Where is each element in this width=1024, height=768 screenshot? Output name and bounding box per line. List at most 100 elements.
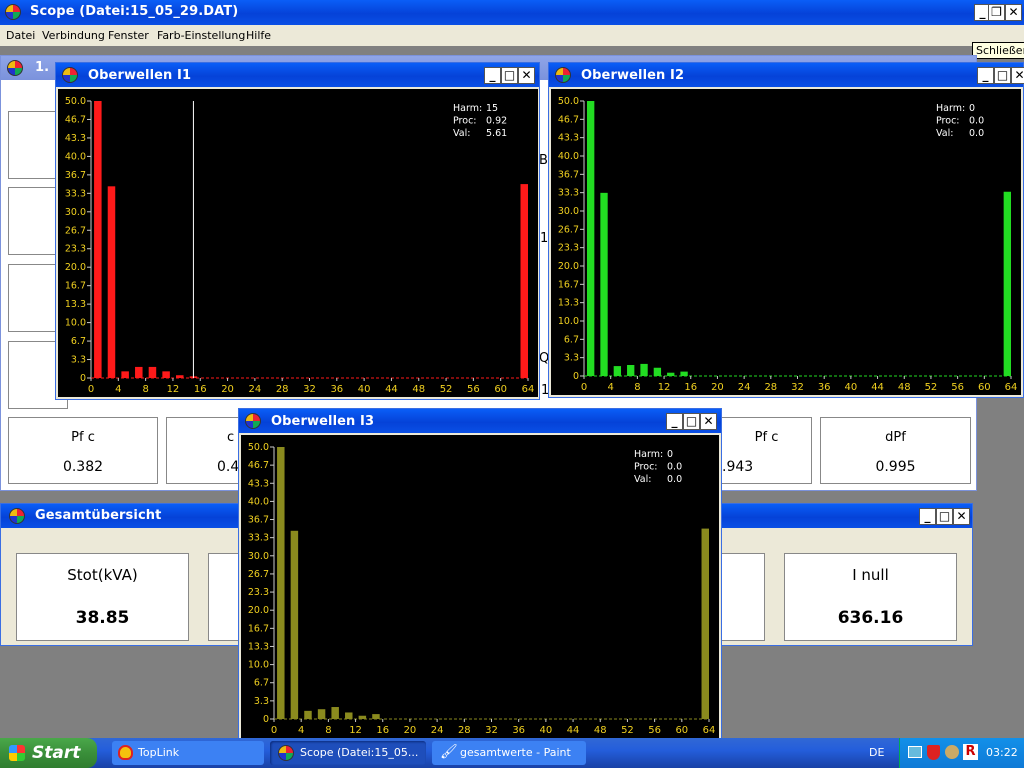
y-tick-label: 3.3	[564, 353, 579, 364]
i2-window-icon	[555, 67, 571, 83]
i3-close-button[interactable]: ✕	[700, 413, 717, 430]
task-paint[interactable]: 🖌 gesamtwerte - Paint	[432, 741, 586, 765]
chart-i3[interactable]: 0 3.3 6.7 10.0 13.3 16.7 20.0 23.3 26.7 30.0 33.3 3…	[241, 435, 719, 738]
close-button[interactable]: ✕	[1005, 4, 1022, 21]
x-tick-label: 8	[634, 382, 640, 393]
y-tick-label: 33.3	[558, 188, 579, 199]
y-tick-label: 16.7	[65, 281, 86, 292]
y-tick-label: 43.3	[558, 133, 579, 144]
x-tick-label: 44	[871, 382, 884, 393]
system-tray: R 03:22	[899, 738, 1024, 768]
x-tick-label: 4	[298, 725, 304, 736]
task-toplink-label: TopLink	[138, 746, 180, 759]
bar	[94, 101, 102, 378]
i3-minimize-button[interactable]: _	[666, 413, 683, 430]
info-harm-value: 0	[667, 449, 673, 460]
x-tick-label: 28	[764, 382, 777, 393]
bar	[277, 447, 285, 719]
clock: 03:22	[986, 746, 1018, 759]
gesamt-minimize-button[interactable]: _	[919, 508, 936, 525]
bg-edge-glyph: B	[539, 153, 548, 168]
y-tick-label: 33.3	[248, 533, 269, 544]
pf-c-label-2: Pf c	[754, 430, 779, 445]
x-tick-label: 56	[648, 725, 661, 736]
y-tick-label: 26.7	[248, 569, 269, 580]
menu-datei[interactable]: Datei	[6, 29, 35, 42]
task-toplink[interactable]: TopLink	[112, 741, 264, 765]
i1-minimize-button[interactable]: _	[484, 67, 501, 84]
y-tick-label: 13.3	[558, 298, 579, 309]
bar	[290, 530, 299, 719]
y-tick-label: 50.0	[248, 442, 269, 453]
y-tick-label: 40.0	[248, 496, 269, 507]
x-tick-label: 20	[711, 382, 724, 393]
bar	[701, 528, 709, 719]
x-tick-label: 16	[684, 382, 697, 393]
i1-maximize-button[interactable]: □	[501, 67, 518, 84]
i2-title-bar[interactable]: Oberwellen I2 _ □ ✕	[549, 63, 1024, 87]
y-tick-label: 10.0	[248, 660, 269, 671]
main-title-bar[interactable]: Scope (Datei:15_05_29.DAT) _ ❐ ✕	[0, 0, 1024, 25]
i3-title: Oberwellen I3	[271, 414, 375, 429]
y-tick-label: 50.0	[65, 96, 86, 107]
start-label: Start	[32, 743, 81, 763]
x-tick-label: 52	[621, 725, 634, 736]
y-tick-label: 23.3	[65, 244, 86, 255]
i1-title-bar[interactable]: Oberwellen I1 _ □ ✕	[56, 63, 539, 87]
gesamt-close-button[interactable]: ✕	[953, 508, 970, 525]
security-shield-icon[interactable]	[927, 745, 940, 760]
menu-verbindung[interactable]: Verbindung	[42, 29, 105, 42]
start-button[interactable]: Start	[0, 738, 97, 768]
language-indicator[interactable]: DE	[869, 746, 884, 759]
y-tick-label: 23.3	[558, 243, 579, 254]
chart-i2[interactable]: 0 3.3 6.7 10.0 13.3 16.7 20.0 23.3 26.7 30.0 33.3 3…	[551, 89, 1021, 395]
x-tick-label: 12	[349, 725, 362, 736]
paw-icon[interactable]	[945, 745, 959, 759]
main-window-title: Scope (Datei:15_05_29.DAT)	[30, 4, 239, 19]
i2-maximize-button[interactable]: □	[994, 67, 1011, 84]
i3-window-icon	[245, 413, 261, 429]
x-tick-label: 40	[540, 725, 553, 736]
info-harm-label: Harm:	[453, 103, 482, 114]
x-tick-label: 60	[978, 382, 991, 393]
antivirus-icon[interactable]: R	[963, 744, 978, 760]
info-proc-label: Proc:	[936, 116, 960, 127]
chart-i1[interactable]: 0 3.3 6.7 10.0 13.3 16.7 20.0 23.3 26.7 30.0 33.3 3…	[58, 89, 538, 397]
x-tick-label: 60	[675, 725, 688, 736]
y-tick-label: 20.0	[248, 605, 269, 616]
task-scope[interactable]: Scope (Datei:15_05...	[270, 741, 426, 765]
network-icon[interactable]	[908, 746, 922, 758]
x-tick-label: 20	[404, 725, 417, 736]
menu-fenster[interactable]: Fenster	[108, 29, 149, 42]
y-tick-label: 6.7	[254, 678, 269, 689]
info-val-value: 5.61	[486, 128, 507, 139]
gesamt-maximize-button[interactable]: □	[936, 508, 953, 525]
bar	[107, 186, 116, 378]
i2-minimize-button[interactable]: _	[977, 67, 994, 84]
y-tick-label: 30.0	[248, 551, 269, 562]
bar	[162, 371, 170, 378]
i3-maximize-button[interactable]: □	[683, 413, 700, 430]
y-tick-label: 43.3	[65, 133, 86, 144]
i3-title-bar[interactable]: Oberwellen I3 _ □ ✕	[239, 409, 721, 433]
pf-c-card-2: Pf c .943	[721, 417, 812, 484]
restore-button[interactable]: ❐	[988, 4, 1005, 21]
y-tick-label: 6.7	[564, 334, 579, 345]
x-tick-label: 24	[249, 384, 262, 395]
y-tick-label: 40.0	[65, 151, 86, 162]
y-tick-label: 3.3	[254, 696, 269, 707]
i1-close-button[interactable]: ✕	[518, 67, 535, 84]
bar	[613, 366, 622, 376]
dpf-value: 0.995	[875, 459, 916, 475]
menu-farb-einstellung[interactable]: Farb-Einstellung	[157, 29, 245, 42]
info-proc-value: 0.92	[486, 116, 507, 127]
menu-hilfe[interactable]: Hilfe	[246, 29, 271, 42]
oberwellen-i1-window: Oberwellen I1 _ □ ✕ 0 3.3 6.7 10.0 13.3 16.7 2…	[55, 62, 540, 400]
i2-close-button[interactable]: ✕	[1011, 67, 1024, 84]
gesamt-window-icon	[9, 508, 25, 524]
dpf-label: dPf	[885, 430, 906, 445]
x-tick-label: 32	[303, 384, 316, 395]
y-tick-label: 36.7	[65, 170, 86, 181]
y-tick-label: 26.7	[65, 225, 86, 236]
windows-logo-icon	[9, 745, 25, 761]
